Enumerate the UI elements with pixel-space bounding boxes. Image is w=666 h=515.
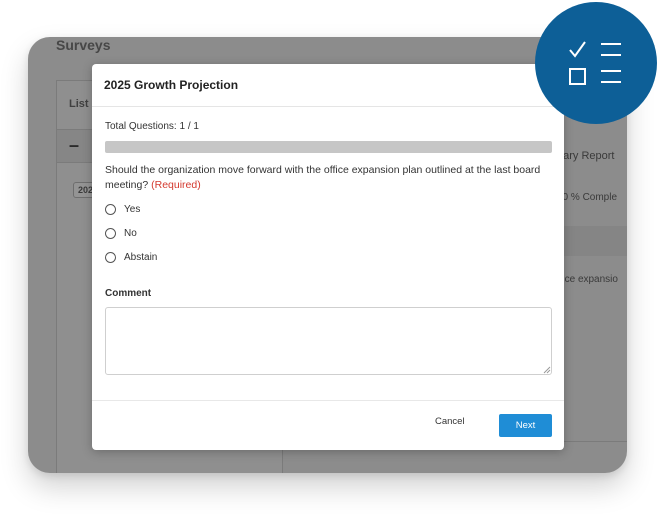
checklist-icon: [569, 41, 621, 85]
radio-button[interactable]: [105, 228, 116, 239]
window-title: Surveys: [56, 37, 111, 53]
option-label: Abstain: [124, 252, 158, 263]
option-label: No: [124, 228, 137, 239]
option-abstain[interactable]: Abstain: [105, 252, 157, 263]
summary-report-link[interactable]: nary Report: [557, 150, 614, 162]
dialog-header: 2025 Growth Projection: [92, 64, 564, 107]
dialog-title: 2025 Growth Projection: [104, 78, 239, 92]
radio-button[interactable]: [105, 204, 116, 215]
question-text: Should the organization move forward wit…: [105, 163, 545, 193]
collapse-icon[interactable]: –: [69, 135, 79, 156]
survey-progress-bar: [105, 141, 552, 153]
next-button[interactable]: Next: [499, 414, 552, 437]
dialog-footer-divider: [92, 400, 564, 401]
option-yes[interactable]: Yes: [105, 204, 140, 215]
comment-textarea[interactable]: [105, 307, 552, 375]
comment-label: Comment: [105, 288, 152, 299]
completion-status: : 0 % Comple: [557, 192, 618, 203]
question-counter: Total Questions: 1 / 1: [105, 121, 199, 132]
required-label: (Required): [151, 179, 201, 191]
detail-section-band: [554, 226, 627, 256]
survey-question-dialog: 2025 Growth Projection Total Questions: …: [92, 64, 564, 450]
survey-progress-fill: [105, 141, 552, 153]
resize-handle-icon[interactable]: [543, 366, 551, 374]
radio-button[interactable]: [105, 252, 116, 263]
option-no[interactable]: No: [105, 228, 137, 239]
option-label: Yes: [124, 204, 141, 215]
survey-question-preview: ffice expansio: [557, 274, 618, 285]
cancel-button[interactable]: Cancel: [435, 416, 465, 427]
checklist-badge: [535, 2, 657, 124]
